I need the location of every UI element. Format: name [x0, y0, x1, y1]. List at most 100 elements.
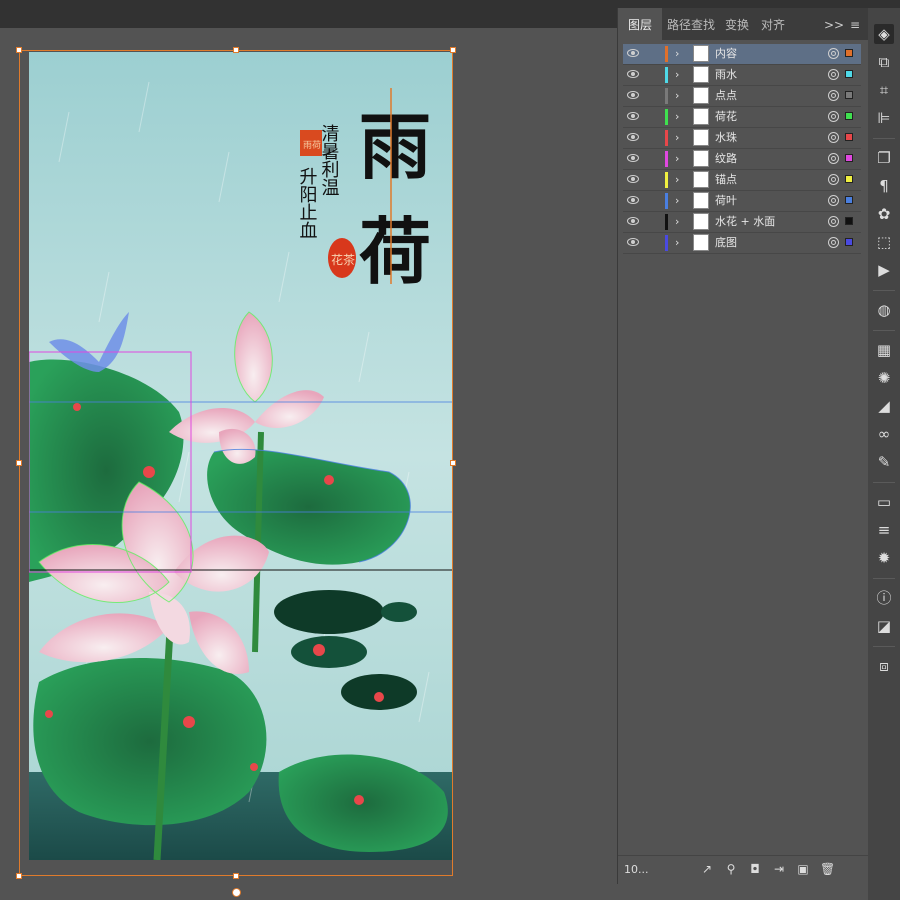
tab-layers[interactable]: 图层: [618, 8, 662, 40]
rotate-handle[interactable]: [232, 888, 241, 897]
layer-selection-swatch[interactable]: [845, 70, 853, 78]
delete-layer-icon[interactable]: 🗑: [820, 862, 835, 876]
color-guide-icon[interactable]: ✺: [874, 368, 894, 388]
visibility-eye-icon[interactable]: [627, 133, 639, 141]
layer-selection-swatch[interactable]: [845, 49, 853, 57]
tab-align[interactable]: 对齐: [756, 8, 790, 40]
links-icon[interactable]: ∞: [874, 424, 894, 444]
layer-name[interactable]: 内容: [715, 44, 737, 64]
expand-chevron-icon[interactable]: ›: [675, 172, 685, 188]
expand-chevron-icon[interactable]: ›: [675, 130, 685, 146]
layer-selection-swatch[interactable]: [845, 112, 853, 120]
selection-handle-top-right[interactable]: [450, 47, 456, 53]
selection-handle-bottom[interactable]: [233, 873, 239, 879]
panel-overflow-button[interactable]: >>: [824, 8, 844, 40]
visibility-eye-icon[interactable]: [627, 91, 639, 99]
stroke-icon[interactable]: ≡: [874, 520, 894, 540]
layer-row[interactable]: › 纹路: [623, 149, 861, 170]
expand-chevron-icon[interactable]: ›: [675, 193, 685, 209]
brushes-icon[interactable]: ✎: [874, 452, 894, 472]
gradient-icon[interactable]: ▭: [874, 492, 894, 512]
visibility-eye-icon[interactable]: [627, 70, 639, 78]
new-layer-icon[interactable]: ▣: [796, 862, 810, 876]
layer-row[interactable]: › 内容: [623, 44, 861, 65]
image-trace-icon[interactable]: ◪: [874, 616, 894, 636]
expand-chevron-icon[interactable]: ›: [675, 109, 685, 125]
target-circle-icon[interactable]: [828, 90, 839, 101]
target-circle-icon[interactable]: [828, 216, 839, 227]
expand-chevron-icon[interactable]: ›: [675, 151, 685, 167]
target-circle-icon[interactable]: [828, 153, 839, 164]
3d-icon[interactable]: ⬚: [874, 232, 894, 252]
expand-chevron-icon[interactable]: ›: [675, 67, 685, 83]
layer-name[interactable]: 水花 + 水面: [715, 212, 775, 232]
target-circle-icon[interactable]: [828, 195, 839, 206]
pathfinder-icon[interactable]: ◍: [874, 300, 894, 320]
paragraph-icon[interactable]: ¶: [874, 176, 894, 196]
visibility-eye-icon[interactable]: [627, 217, 639, 225]
target-circle-icon[interactable]: [828, 69, 839, 80]
layer-name[interactable]: 雨水: [715, 65, 737, 85]
artboard[interactable]: 雨 荷 清暑利温 升阳止血 雨荷 花茶: [29, 52, 453, 860]
layer-name[interactable]: 底图: [715, 233, 737, 253]
info-icon[interactable]: ⓘ: [874, 588, 894, 608]
layer-name[interactable]: 点点: [715, 86, 737, 106]
properties-icon[interactable]: ❐: [874, 148, 894, 168]
layer-row[interactable]: › 底图: [623, 233, 861, 254]
layer-selection-swatch[interactable]: [845, 133, 853, 141]
visibility-eye-icon[interactable]: [627, 175, 639, 183]
layer-name[interactable]: 荷花: [715, 107, 737, 127]
tab-pathfinder[interactable]: 路径查找: [666, 8, 716, 40]
layer-row[interactable]: › 荷花: [623, 107, 861, 128]
expand-chevron-icon[interactable]: ›: [675, 46, 685, 62]
swatches-icon[interactable]: ▦: [874, 340, 894, 360]
target-circle-icon[interactable]: [828, 132, 839, 143]
visibility-eye-icon[interactable]: [627, 112, 639, 120]
layer-selection-swatch[interactable]: [845, 217, 853, 225]
new-sublayer-icon[interactable]: ⇥: [772, 862, 786, 876]
artboards-icon[interactable]: ⧉: [874, 52, 894, 72]
graphic-styles-icon[interactable]: ✹: [874, 548, 894, 568]
clipping-mask-icon[interactable]: ◘: [748, 862, 762, 876]
expand-chevron-icon[interactable]: ›: [675, 214, 685, 230]
layer-selection-swatch[interactable]: [845, 238, 853, 246]
export-icon[interactable]: ↗: [700, 862, 714, 876]
selection-handle-bottom-left[interactable]: [16, 873, 22, 879]
layer-selection-swatch[interactable]: [845, 91, 853, 99]
visibility-eye-icon[interactable]: [627, 238, 639, 246]
expand-chevron-icon[interactable]: ›: [675, 235, 685, 251]
visibility-eye-icon[interactable]: [627, 49, 639, 57]
layer-row[interactable]: › 点点: [623, 86, 861, 107]
actions-play-icon[interactable]: ▶: [874, 260, 894, 280]
target-circle-icon[interactable]: [828, 48, 839, 59]
visibility-eye-icon[interactable]: [627, 196, 639, 204]
selection-handle-top-left[interactable]: [16, 47, 22, 53]
layer-name[interactable]: 水珠: [715, 128, 737, 148]
layer-row[interactable]: › 锚点: [623, 170, 861, 191]
layer-selection-swatch[interactable]: [845, 175, 853, 183]
target-circle-icon[interactable]: [828, 174, 839, 185]
layer-row[interactable]: › 荷叶: [623, 191, 861, 212]
layer-row[interactable]: › 水珠: [623, 128, 861, 149]
layers-panel-icon[interactable]: ◈: [874, 24, 894, 44]
align-icon[interactable]: ⊫: [874, 108, 894, 128]
layer-name[interactable]: 纹路: [715, 149, 737, 169]
layer-name[interactable]: 锚点: [715, 170, 737, 190]
selection-handle-right[interactable]: [450, 460, 456, 466]
selection-handle-top[interactable]: [233, 47, 239, 53]
visibility-eye-icon[interactable]: [627, 154, 639, 162]
layer-row[interactable]: › 雨水: [623, 65, 861, 86]
target-circle-icon[interactable]: [828, 111, 839, 122]
locate-object-icon[interactable]: ⚲: [724, 862, 738, 876]
expand-chevron-icon[interactable]: ›: [675, 88, 685, 104]
appearance-icon[interactable]: ◢: [874, 396, 894, 416]
symbols-icon[interactable]: ✿: [874, 204, 894, 224]
asset-export-icon[interactable]: ⧈: [874, 656, 894, 676]
layer-selection-swatch[interactable]: [845, 196, 853, 204]
target-circle-icon[interactable]: [828, 237, 839, 248]
layer-selection-swatch[interactable]: [845, 154, 853, 162]
tab-transform[interactable]: 变换: [720, 8, 754, 40]
artwork-svg[interactable]: 雨 荷 清暑利温 升阳止血 雨荷 花茶: [29, 52, 453, 860]
layer-name[interactable]: 荷叶: [715, 191, 737, 211]
selection-handle-left[interactable]: [16, 460, 22, 466]
